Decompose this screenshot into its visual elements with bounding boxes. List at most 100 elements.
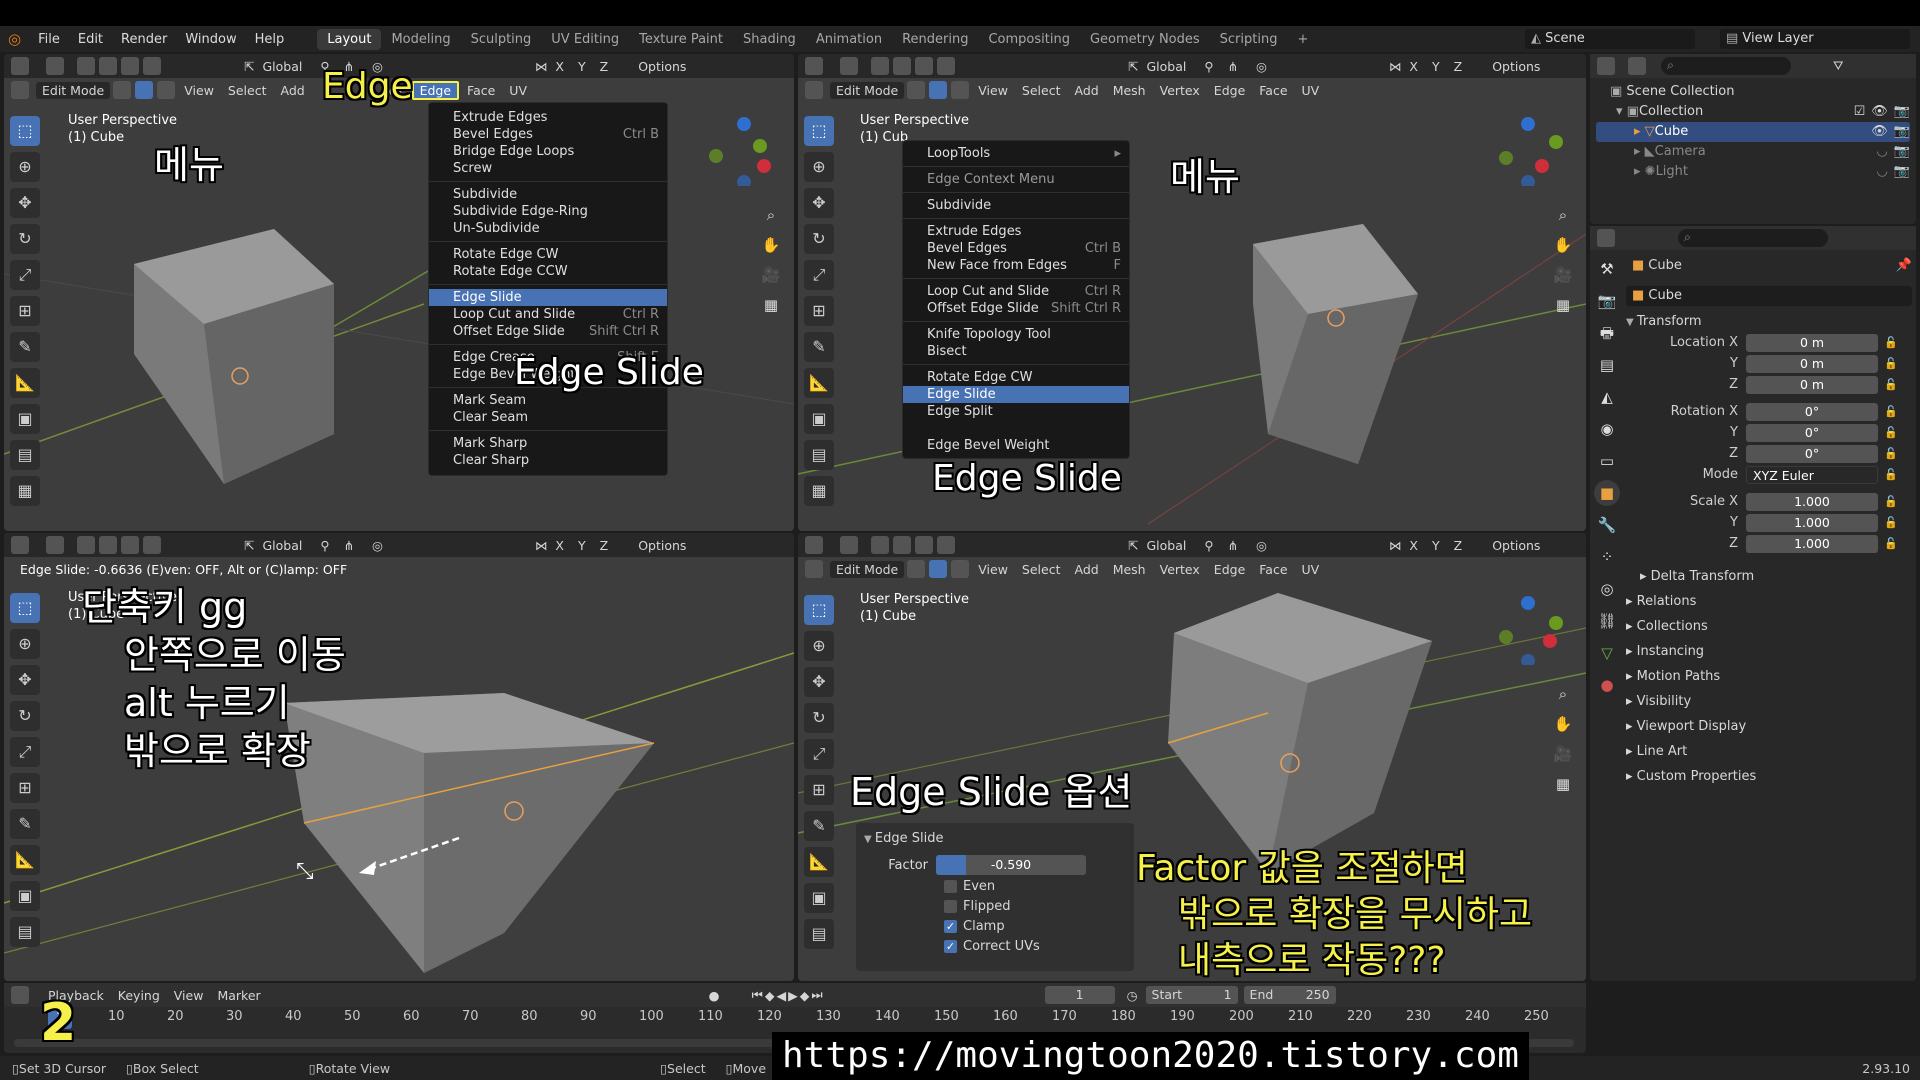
scale-tool-icon[interactable]: ⤢ bbox=[804, 260, 834, 290]
menu-item-rotate-edge-ccw[interactable]: Rotate Edge CCW bbox=[429, 263, 667, 280]
tab-modeling[interactable]: Modeling bbox=[381, 29, 460, 50]
menu-item-mark-seam[interactable]: Mark Seam bbox=[429, 392, 667, 409]
measure-tool-icon[interactable]: 📐 bbox=[10, 368, 40, 398]
section-motion-paths[interactable]: ▸ Motion Paths bbox=[1626, 664, 1912, 689]
section-viewport-display[interactable]: ▸ Viewport Display bbox=[1626, 714, 1912, 739]
scene-collection-row[interactable]: ▣ Scene Collection bbox=[1596, 82, 1910, 102]
menu-item-edge-split[interactable]: Edge Split bbox=[903, 403, 1129, 420]
render-tab-icon[interactable]: 📷 bbox=[1594, 288, 1620, 314]
cursor-tool-icon[interactable]: ⊕ bbox=[10, 152, 40, 182]
menu-edit[interactable]: Edit bbox=[69, 32, 112, 47]
lock-icon[interactable]: 🔓 bbox=[1878, 537, 1904, 550]
section-collections[interactable]: ▸ Collections bbox=[1626, 614, 1912, 639]
extrude-tool-icon[interactable]: ▤ bbox=[804, 440, 834, 470]
location-z-field[interactable]: 0 m bbox=[1746, 375, 1878, 394]
location-y-field[interactable]: 0 m bbox=[1746, 354, 1878, 373]
measure-tool-icon[interactable]: 📐 bbox=[804, 847, 834, 877]
prev-key-icon[interactable]: ◆ bbox=[765, 988, 775, 1003]
move-tool-icon[interactable]: ✥ bbox=[804, 188, 834, 218]
measure-tool-icon[interactable]: 📐 bbox=[804, 368, 834, 398]
menu-item-clear-sharp[interactable]: Clear Sharp bbox=[429, 452, 667, 469]
lock-icon[interactable]: 🔓 bbox=[1878, 426, 1904, 439]
outliner-item-cube[interactable]: ▸ ▽ Cube 👁 📷 bbox=[1596, 122, 1910, 142]
even-checkbox[interactable]: Even bbox=[944, 877, 1126, 897]
menu-item-clear-seam[interactable]: Clear Seam bbox=[429, 409, 667, 426]
tab-texture-paint[interactable]: Texture Paint bbox=[629, 29, 733, 50]
ortho-grid-icon[interactable]: ▦ bbox=[1550, 292, 1576, 318]
scale-z-field[interactable]: 1.000 bbox=[1746, 534, 1878, 553]
correct-uvs-checkbox[interactable]: ✓ Correct UVs bbox=[944, 937, 1126, 957]
modifier-tab-icon[interactable]: 🔧 bbox=[1594, 512, 1620, 538]
rotation-y-field[interactable]: 0° bbox=[1746, 423, 1878, 442]
menu-window[interactable]: Window bbox=[176, 32, 245, 47]
location-x-field[interactable]: 0 m bbox=[1746, 333, 1878, 352]
lock-icon[interactable]: 🔓 bbox=[1878, 357, 1904, 370]
scene-selector[interactable]: ◭ Scene bbox=[1525, 29, 1695, 49]
scale-tool-icon[interactable]: ⤢ bbox=[804, 739, 834, 769]
add-cube-tool-icon[interactable]: ▣ bbox=[804, 883, 834, 913]
menu-item-extrude-edges[interactable]: Extrude Edges bbox=[429, 109, 667, 126]
lock-icon[interactable]: 🔓 bbox=[1878, 378, 1904, 391]
add-cube-tool-icon[interactable]: ▣ bbox=[10, 404, 40, 434]
menu-item-looptools[interactable]: LoopTools ▸ bbox=[903, 145, 1129, 162]
tab-scripting[interactable]: Scripting bbox=[1210, 29, 1288, 50]
eye-closed-icon[interactable]: ◡ bbox=[1876, 142, 1887, 162]
viewport-top-left[interactable]: ⇱ Global ⚲ ⋔ ◎ ⋈ X Y Z Options Edit Mode… bbox=[4, 54, 794, 531]
menu-item-bisect[interactable]: Bisect bbox=[903, 343, 1129, 360]
section-instancing[interactable]: ▸ Instancing bbox=[1626, 639, 1912, 664]
pin-icon[interactable]: 📌 bbox=[1896, 256, 1912, 276]
annotate-tool-icon[interactable]: ✎ bbox=[804, 332, 834, 362]
rotation-z-field[interactable]: 0° bbox=[1746, 444, 1878, 463]
menu-keying[interactable]: Keying bbox=[112, 988, 166, 1003]
extrude-tool-icon[interactable]: ▤ bbox=[10, 917, 40, 947]
tab-compositing[interactable]: Compositing bbox=[978, 29, 1080, 50]
editor-type-icon[interactable] bbox=[1597, 57, 1615, 75]
physics-tab-icon[interactable]: ◎ bbox=[1594, 576, 1620, 602]
pan-hand-icon[interactable]: ✋ bbox=[1550, 711, 1576, 737]
select-tool-icon[interactable]: ⬚ bbox=[10, 593, 40, 623]
current-frame-field[interactable]: 1 bbox=[1044, 986, 1115, 1004]
lock-icon[interactable]: 🔓 bbox=[1878, 336, 1904, 349]
menu-item-bridge-edge-loops[interactable]: Bridge Edge Loops bbox=[429, 143, 667, 160]
navigation-gizmo[interactable] bbox=[1498, 116, 1568, 189]
view-layer-tab-icon[interactable]: ▤ bbox=[1594, 352, 1620, 378]
menu-item-subdivide[interactable]: Subdivide bbox=[903, 197, 1129, 214]
camera-view-icon[interactable]: 🎥 bbox=[1550, 262, 1576, 288]
menu-item-knife-topology-tool[interactable]: Knife Topology Tool bbox=[903, 326, 1129, 343]
rotation-mode-field[interactable]: XYZ Euler bbox=[1746, 465, 1878, 484]
cursor-tool-icon[interactable]: ⊕ bbox=[804, 152, 834, 182]
menu-item-edge-slide[interactable]: Edge Slide bbox=[429, 289, 667, 306]
jump-end-icon[interactable]: ⏭ bbox=[811, 987, 822, 1003]
eye-icon[interactable]: 👁 bbox=[1871, 122, 1888, 142]
eye-icon[interactable]: 👁 bbox=[1871, 102, 1888, 122]
annotate-tool-icon[interactable]: ✎ bbox=[10, 809, 40, 839]
tab-rendering[interactable]: Rendering bbox=[892, 29, 978, 50]
tool-tab-icon[interactable]: ⚒ bbox=[1594, 256, 1620, 282]
navigation-gizmo[interactable] bbox=[704, 116, 774, 189]
scale-tool-icon[interactable]: ⤢ bbox=[10, 737, 40, 767]
menu-item-edge-slide[interactable]: Edge Slide bbox=[903, 386, 1129, 403]
menu-view[interactable]: View bbox=[168, 988, 210, 1003]
zoom-icon[interactable]: ⌕ bbox=[1550, 681, 1576, 707]
blender-logo-icon[interactable]: ◎ bbox=[0, 30, 29, 48]
extrude-tool-icon[interactable]: ▤ bbox=[10, 440, 40, 470]
move-tool-icon[interactable]: ✥ bbox=[10, 188, 40, 218]
camera-icon[interactable]: 📷 bbox=[1894, 122, 1910, 142]
move-tool-icon[interactable]: ✥ bbox=[804, 667, 834, 697]
jump-start-icon[interactable]: ⏮ bbox=[752, 987, 763, 1003]
menu-item-bevel-edges[interactable]: Bevel Edges Ctrl B bbox=[903, 240, 1129, 257]
rotate-tool-icon[interactable]: ↻ bbox=[10, 224, 40, 254]
lock-icon[interactable]: 🔓 bbox=[1878, 495, 1904, 508]
menu-item-bevel-edges[interactable]: Bevel Edges Ctrl B bbox=[429, 126, 667, 143]
outliner-search-input[interactable]: ⌕ bbox=[1661, 57, 1791, 75]
clamp-checkbox[interactable]: ✓ Clamp bbox=[944, 917, 1126, 937]
filter-icon[interactable]: ⛛ bbox=[1833, 58, 1844, 74]
panel-header[interactable]: ▼ Edge Slide bbox=[864, 829, 1126, 849]
scale-x-field[interactable]: 1.000 bbox=[1746, 492, 1878, 511]
next-key-icon[interactable]: ◆ bbox=[800, 988, 810, 1003]
lock-icon[interactable]: 🔓 bbox=[1878, 405, 1904, 418]
clock-icon[interactable]: ◷ bbox=[1127, 988, 1138, 1003]
transform-panel-header[interactable]: ▼ Transform bbox=[1626, 312, 1912, 332]
collection-row[interactable]: ▾ ▣ Collection ☑ 👁 📷 bbox=[1596, 102, 1910, 122]
tab-animation[interactable]: Animation bbox=[806, 29, 892, 50]
